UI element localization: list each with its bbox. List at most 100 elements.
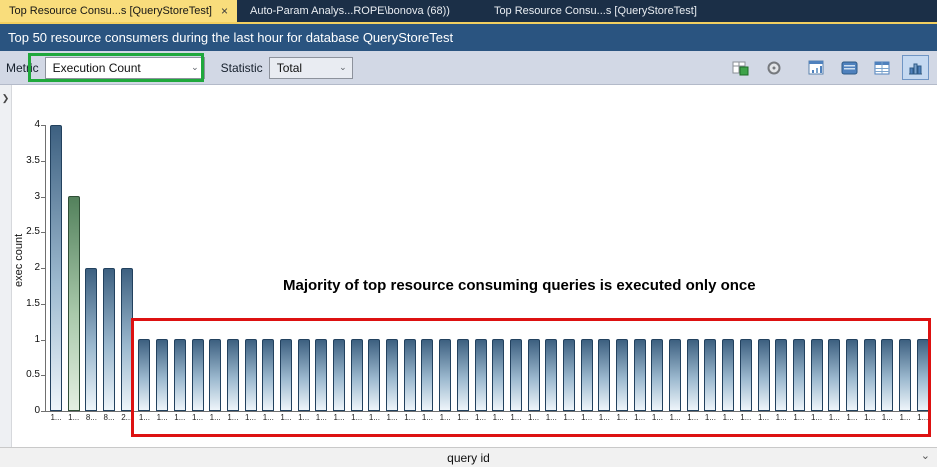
bar[interactable] [828,339,840,411]
x-tick-label: 1... [599,411,610,425]
bar[interactable] [917,339,929,411]
y-tick-label: 1 [8,334,40,345]
bar[interactable] [439,339,451,411]
bar-column: 1... [437,125,453,425]
bar[interactable] [368,339,380,411]
x-axis-dropdown-chevron-icon[interactable]: ⌄ [921,449,930,462]
bar[interactable] [545,339,557,411]
chart-area: ❯ exec count 00.511.522.533.54 1...1...8… [0,85,937,447]
tab-label: Top Resource Consu...s [QueryStoreTest] [9,5,212,17]
bar[interactable] [687,339,699,411]
bar[interactable] [616,339,628,411]
refresh-button[interactable] [760,55,787,80]
bar-column: 1... [473,125,489,425]
bar[interactable] [138,339,150,411]
bar-column: 1... [738,125,754,425]
bar[interactable] [315,339,327,411]
x-tick-label: 1... [369,411,380,425]
view-chart-button[interactable] [902,55,929,80]
view-details-button[interactable] [836,55,863,80]
x-tick-label: 2... [121,411,132,425]
bar[interactable] [333,339,345,411]
bar[interactable] [103,268,115,411]
bar[interactable] [209,339,221,411]
bar[interactable] [421,339,433,411]
bar[interactable] [758,339,770,411]
bar-column: 1... [225,125,241,425]
bar-series: 1...1...8...8...2...1...1...1...1...1...… [48,125,931,425]
bar[interactable] [704,339,716,411]
x-tick-label: 1... [634,411,645,425]
bar[interactable] [85,268,97,411]
bar[interactable] [775,339,787,411]
bar[interactable] [156,339,168,411]
x-tick-label: 1... [776,411,787,425]
x-tick-label: 1... [440,411,451,425]
x-tick-label: 1... [50,411,61,425]
bar[interactable] [899,339,911,411]
bar[interactable] [598,339,610,411]
bar[interactable] [280,339,292,411]
track-query-button[interactable] [727,55,754,80]
bar[interactable] [864,339,876,411]
bar[interactable] [651,339,663,411]
bar[interactable] [351,339,363,411]
bar-column: 1... [190,125,206,425]
bar[interactable] [881,339,893,411]
bar[interactable] [669,339,681,411]
bar-column: 1... [278,125,294,425]
bar[interactable] [50,125,62,411]
tab-top-resource-consumers-1[interactable]: Top Resource Consu...s [QueryStoreTest] … [0,0,237,22]
bar[interactable] [386,339,398,411]
statistic-dropdown-value: Total [277,61,302,75]
bar[interactable] [404,339,416,411]
metric-dropdown[interactable]: Execution Count ⌄ [45,57,205,79]
bar[interactable] [581,339,593,411]
bar[interactable] [722,339,734,411]
view-chart-icon [907,60,924,76]
bar[interactable] [457,339,469,411]
bar[interactable] [811,339,823,411]
bar[interactable] [262,339,274,411]
tab-top-resource-consumers-2[interactable]: Top Resource Consu...s [QueryStoreTest] [485,0,706,22]
x-tick-label: 1... [139,411,150,425]
bar[interactable] [174,339,186,411]
bar[interactable] [192,339,204,411]
bar[interactable] [121,268,133,411]
statistic-dropdown[interactable]: Total ⌄ [269,57,353,79]
view-pivot-button[interactable] [803,55,830,80]
bar-column: 1... [296,125,312,425]
bar-column: 1... [685,125,701,425]
bar[interactable] [740,339,752,411]
x-tick-label: 1... [351,411,362,425]
x-tick-label: 1... [829,411,840,425]
close-icon[interactable]: × [221,5,228,17]
bar[interactable] [846,339,858,411]
bar-column: 1... [172,125,188,425]
bar[interactable] [793,339,805,411]
bar[interactable] [492,339,504,411]
bar-column: 1... [260,125,276,425]
bar-column: 2... [119,125,135,425]
bar[interactable] [227,339,239,411]
x-tick-label: 1... [723,411,734,425]
bar[interactable] [563,339,575,411]
bar[interactable] [245,339,257,411]
expand-chevron-icon[interactable]: ❯ [2,93,10,103]
bar[interactable] [298,339,310,411]
view-grid-button[interactable] [869,55,896,80]
bar[interactable] [510,339,522,411]
bar-selected[interactable] [68,196,80,411]
bar[interactable] [634,339,646,411]
y-tick-label: 0 [8,405,40,416]
bar-column: 1... [48,125,64,425]
metric-dropdown-value: Execution Count [53,61,141,75]
chevron-down-icon: ⌄ [191,62,199,73]
y-tick-label: 1.5 [8,298,40,309]
bar[interactable] [528,339,540,411]
bar-column: 1... [720,125,736,425]
bar-column: 1... [667,125,683,425]
bar[interactable] [475,339,487,411]
bar-column: 1... [154,125,170,425]
tab-auto-param-analysis[interactable]: Auto-Param Analys...ROPE\bonova (68)) [241,0,459,22]
